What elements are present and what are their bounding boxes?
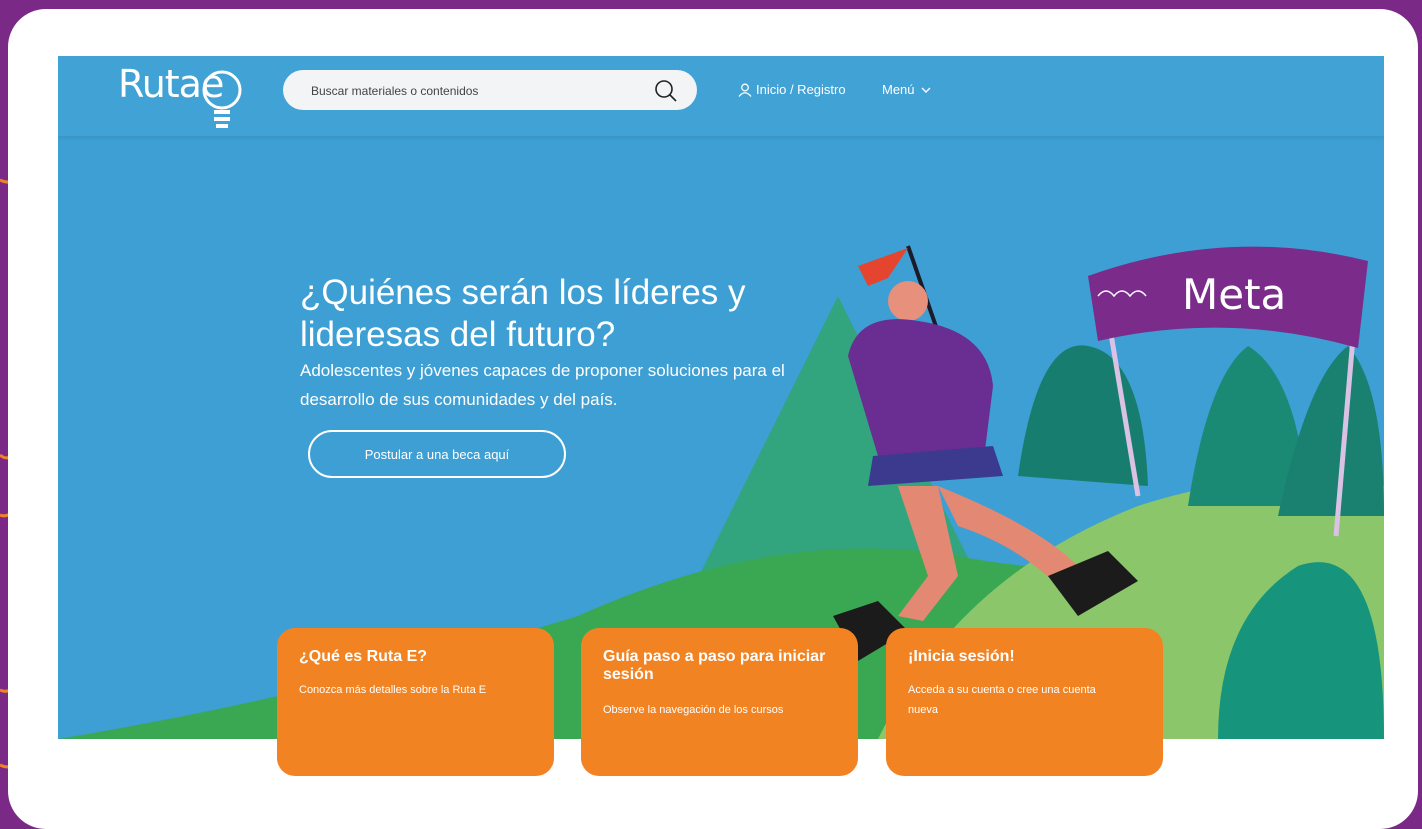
menu-label: Menú xyxy=(882,82,915,97)
character-head xyxy=(888,281,928,321)
login-register-link[interactable]: Inicio / Registro xyxy=(738,82,846,97)
ruta-e-logo[interactable]: Rutae xyxy=(118,60,258,136)
menu-dropdown[interactable]: Menú xyxy=(882,82,931,97)
card-sign-in[interactable]: ¡Inicia sesión! Acceda a su cuenta o cre… xyxy=(886,628,1163,776)
card-title: Guía paso a paso para iniciar sesión xyxy=(603,648,826,683)
card-title: ¿Qué es Ruta E? xyxy=(299,648,428,665)
search-input[interactable] xyxy=(309,78,643,104)
card-title: ¡Inicia sesión! xyxy=(908,648,1015,665)
apply-scholarship-button[interactable]: Postular a una beca aquí xyxy=(308,430,566,478)
meta-banner-text: Meta xyxy=(1182,270,1287,319)
lightbulb-icon xyxy=(202,70,242,128)
tree-shape xyxy=(1018,345,1148,486)
card-login-guide[interactable]: Guía paso a paso para iniciar sesión Obs… xyxy=(581,628,858,776)
hero-subtitle: Adolescentes y jóvenes capaces de propon… xyxy=(300,361,785,409)
top-navigation: Rutae Inicio / Registro Menú xyxy=(58,56,1384,136)
card-text: Conozca más detalles sobre la Ruta E xyxy=(299,684,487,696)
login-register-label: Inicio / Registro xyxy=(756,82,846,97)
card-about-ruta-e[interactable]: ¿Qué es Ruta E? Conozca más detalles sob… xyxy=(277,628,554,776)
search-bar xyxy=(283,70,697,110)
chevron-down-icon xyxy=(921,87,931,93)
card-text: Observe la navegación de los cursos xyxy=(603,704,784,716)
card-text: Acceda a su cuenta o cree una cuenta nue… xyxy=(908,684,1096,716)
user-icon xyxy=(738,83,752,97)
hero-title: ¿Quiénes serán los líderes y lideresas d… xyxy=(300,273,746,354)
search-icon[interactable] xyxy=(653,78,679,104)
red-flag xyxy=(858,248,908,286)
